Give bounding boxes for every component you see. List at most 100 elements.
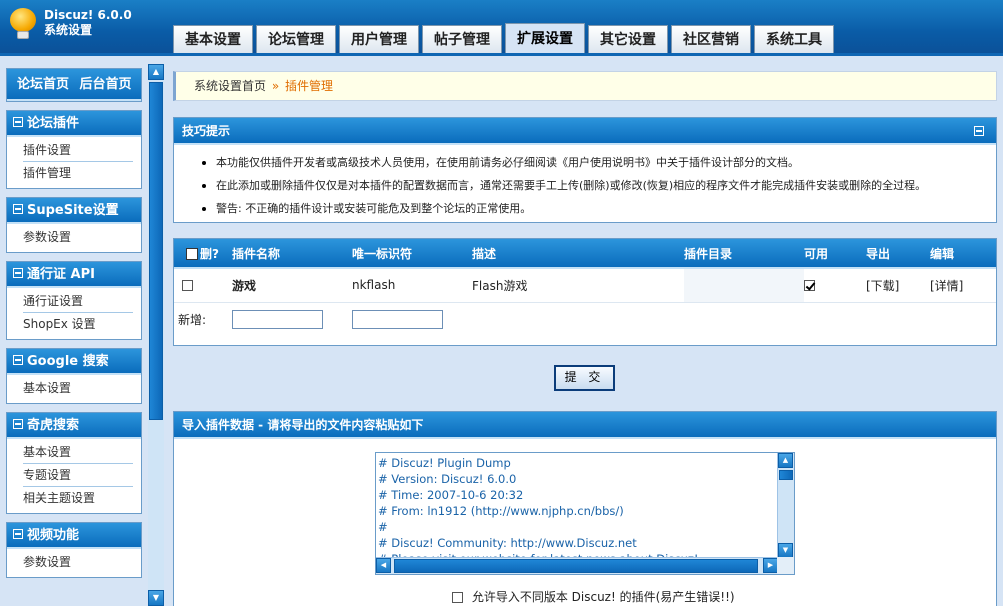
export-link[interactable]: [下载] — [866, 268, 930, 303]
scroll-down-icon[interactable]: ▼ — [148, 590, 164, 606]
plugin-name-cell: 游戏 — [232, 268, 352, 303]
sidebar-group-title[interactable]: SupeSite设置 — [7, 198, 141, 224]
sidebar-top-links: 论坛首页 后台首页 — [6, 68, 142, 102]
dump-vertical-scrollbar[interactable]: ▲ ▼ — [777, 453, 794, 558]
tab-community-marketing[interactable]: 社区营销 — [671, 25, 751, 53]
delete-checkbox[interactable] — [182, 280, 193, 292]
breadcrumb: 系统设置首页 » 插件管理 — [173, 71, 997, 101]
sidebar-group-video: 视频功能 参数设置 — [6, 522, 142, 578]
sidebar-group-title[interactable]: 通行证 API — [7, 262, 141, 288]
collapse-icon — [13, 117, 23, 127]
sidebar-group-title[interactable]: 视频功能 — [7, 523, 141, 549]
tip-item: 本功能仅供插件开发者或高级技术人员使用，在使用前请务必仔细阅读《用户使用说明书》… — [200, 151, 996, 174]
sidebar-group-google-search: Google 搜索 基本设置 — [6, 348, 142, 404]
tab-extension-settings[interactable]: 扩展设置 — [505, 23, 585, 53]
collapse-icon — [13, 268, 23, 278]
breadcrumb-separator: » — [271, 79, 280, 93]
tab-forum-management[interactable]: 论坛管理 — [256, 25, 336, 53]
dump-vertical-thumb[interactable] — [779, 470, 793, 480]
scrollbar-corner — [777, 557, 794, 574]
sidebar: 论坛首页 后台首页 论坛插件 插件设置 插件管理 SupeSite设置 参数设置… — [6, 68, 142, 606]
tab-other-settings[interactable]: 其它设置 — [588, 25, 668, 53]
brand-subtitle: 系统设置 — [44, 23, 93, 37]
sidebar-item-plugin-settings[interactable]: 插件设置 — [23, 139, 133, 162]
new-label: 新增: — [178, 312, 207, 327]
sidebar-item-qihoo-related[interactable]: 相关主题设置 — [23, 487, 133, 510]
sidebar-item-video-params[interactable]: 参数设置 — [23, 551, 133, 574]
sidebar-group-title[interactable]: 奇虎搜索 — [7, 413, 141, 439]
forum-home-link[interactable]: 论坛首页 — [17, 77, 69, 92]
header-available: 可用 — [804, 239, 866, 269]
sidebar-item-supesite-params[interactable]: 参数设置 — [23, 226, 133, 249]
sidebar-item-plugin-management[interactable]: 插件管理 — [23, 162, 133, 185]
brand-version: Discuz! 6.0.0 — [44, 8, 132, 22]
collapse-icon — [13, 355, 23, 365]
allow-version-option: 允许导入不同版本 Discuz! 的插件(易产生错误!!) — [452, 588, 735, 605]
scroll-up-icon[interactable]: ▲ — [148, 64, 164, 80]
header-identifier: 唯一标识符 — [352, 239, 472, 269]
table-header-row: 删? 插件名称 唯一标识符 描述 插件目录 可用 导出 编辑 — [174, 239, 996, 269]
sidebar-scrollbar[interactable]: ▲ ▼ — [148, 64, 164, 606]
tab-user-management[interactable]: 用户管理 — [339, 25, 419, 53]
plugin-identifier-cell: nkflash — [352, 268, 472, 303]
breadcrumb-home[interactable]: 系统设置首页 — [194, 79, 266, 93]
top-tabs: 基本设置 论坛管理 用户管理 帖子管理 扩展设置 其它设置 社区营销 系统工具 — [173, 23, 834, 53]
new-plugin-name-input[interactable] — [232, 309, 323, 329]
sidebar-group-title[interactable]: Google 搜索 — [7, 349, 141, 375]
plugins-table: 删? 插件名称 唯一标识符 描述 插件目录 可用 导出 编辑 游戏 nkflas… — [174, 239, 996, 336]
sidebar-scroll-thumb[interactable] — [149, 82, 163, 420]
select-all-checkbox[interactable] — [186, 248, 198, 260]
plugin-dump-textarea[interactable]: # Discuz! Plugin Dump # Version: Discuz!… — [375, 452, 795, 575]
plugin-description-cell: Flash游戏 — [472, 268, 684, 303]
allow-different-version-label: 允许导入不同版本 Discuz! 的插件(易产生错误!!) — [471, 590, 735, 604]
breadcrumb-current: 插件管理 — [285, 79, 334, 93]
collapse-icon — [13, 419, 23, 429]
collapse-icon[interactable] — [974, 126, 984, 136]
edit-link[interactable]: [详情] — [930, 268, 996, 303]
import-title: 导入插件数据 - 请将导出的文件内容粘贴如下 — [174, 412, 996, 439]
discuz-logo — [6, 6, 40, 40]
tip-item: 在此添加或删除插件仅仅是对本插件的配置数据而言，通常还需要手工上传(删除)或修改… — [200, 174, 996, 197]
allow-different-version-checkbox[interactable] — [452, 592, 463, 603]
import-panel: 导入插件数据 - 请将导出的文件内容粘贴如下 # Discuz! Plugin … — [173, 411, 997, 606]
brand: Discuz! 6.0.0 系统设置 — [44, 8, 132, 38]
tip-item: 警告: 不正确的插件设计或安装可能危及到整个论坛的正常使用。 — [200, 197, 996, 220]
header-export: 导出 — [866, 239, 930, 269]
sidebar-item-google-basic[interactable]: 基本设置 — [23, 377, 133, 400]
sidebar-group-passport-api: 通行证 API 通行证设置 ShopEx 设置 — [6, 261, 142, 340]
admin-home-link[interactable]: 后台首页 — [80, 77, 132, 92]
sidebar-item-qihoo-topics[interactable]: 专题设置 — [23, 464, 133, 487]
sidebar-group-title[interactable]: 论坛插件 — [7, 111, 141, 137]
collapse-icon — [13, 529, 23, 539]
sidebar-group-supesite: SupeSite设置 参数设置 — [6, 197, 142, 253]
header-delete: 删? — [174, 239, 232, 269]
table-row: 游戏 nkflash Flash游戏 [下载] [详情] — [174, 268, 996, 303]
tips-list: 本功能仅供插件开发者或高级技术人员使用，在使用前请务必仔细阅读《用户使用说明书》… — [174, 145, 996, 220]
header: Discuz! 6.0.0 系统设置 基本设置 论坛管理 用户管理 帖子管理 扩… — [0, 0, 1003, 56]
header-description: 描述 — [472, 239, 684, 269]
scroll-left-icon[interactable]: ◀ — [376, 558, 391, 573]
scroll-down-icon[interactable]: ▼ — [778, 543, 793, 558]
plugin-directory-cell — [684, 268, 804, 303]
dump-horizontal-thumb[interactable] — [394, 559, 758, 573]
new-plugin-row: 新增: — [174, 302, 996, 336]
tips-title: 技巧提示 — [174, 118, 996, 145]
sidebar-item-passport-settings[interactable]: 通行证设置 — [23, 290, 133, 313]
sidebar-item-shopex-settings[interactable]: ShopEx 设置 — [23, 313, 133, 336]
header-directory: 插件目录 — [684, 239, 804, 269]
new-plugin-identifier-input[interactable] — [352, 309, 443, 329]
header-edit: 编辑 — [930, 239, 996, 269]
submit-button[interactable]: 提 交 — [554, 365, 615, 391]
tab-post-management[interactable]: 帖子管理 — [422, 25, 502, 53]
plugins-table-panel: 删? 插件名称 唯一标识符 描述 插件目录 可用 导出 编辑 游戏 nkflas… — [173, 238, 997, 346]
collapse-icon — [13, 204, 23, 214]
sidebar-item-qihoo-basic[interactable]: 基本设置 — [23, 441, 133, 464]
dump-horizontal-scrollbar[interactable]: ◀ ▶ — [376, 557, 778, 574]
scroll-up-icon[interactable]: ▲ — [778, 453, 793, 468]
tab-basic-settings[interactable]: 基本设置 — [173, 25, 253, 53]
plugin-dump-text[interactable]: # Discuz! Plugin Dump # Version: Discuz!… — [376, 453, 778, 557]
available-checkbox[interactable] — [804, 280, 815, 292]
sidebar-group-qihoo-search: 奇虎搜索 基本设置 专题设置 相关主题设置 — [6, 412, 142, 514]
scroll-right-icon[interactable]: ▶ — [763, 558, 778, 573]
tab-system-tools[interactable]: 系统工具 — [754, 25, 834, 53]
